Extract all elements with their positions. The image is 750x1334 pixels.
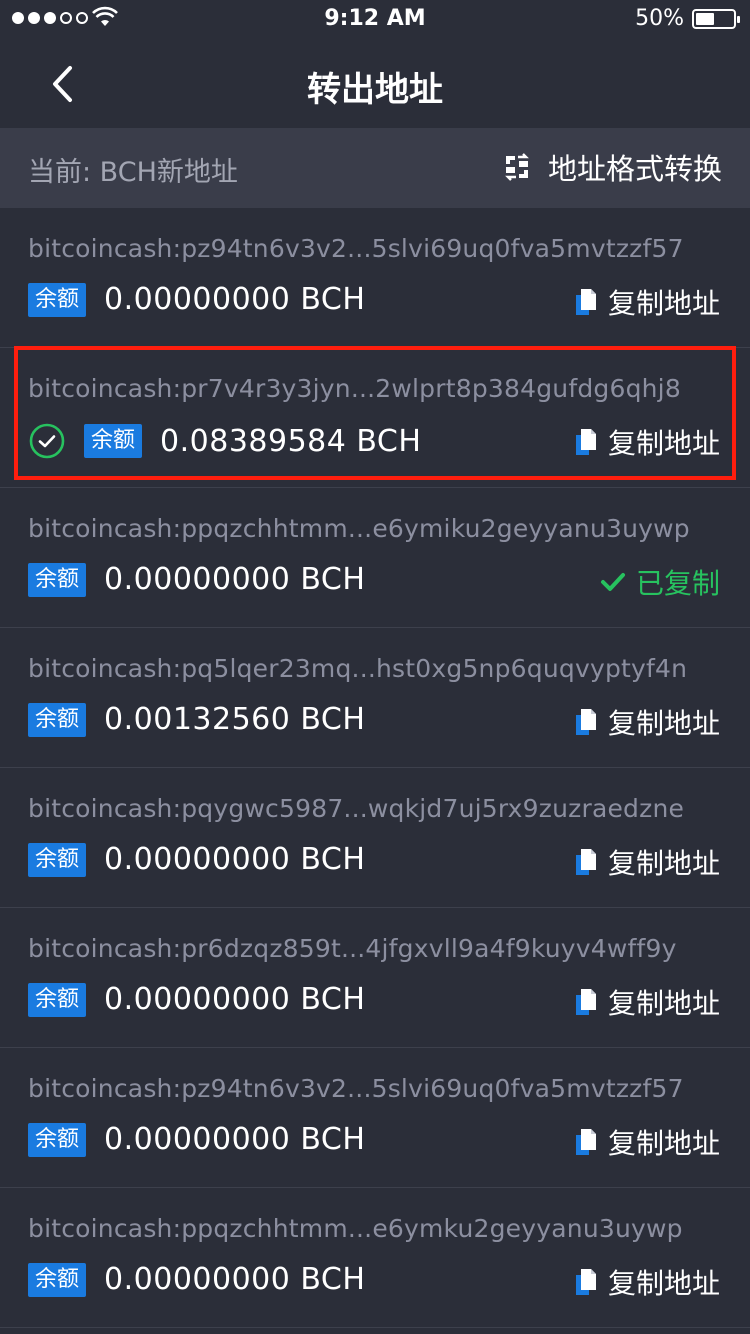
current-format-label: 当前: BCH新地址 bbox=[28, 157, 238, 188]
balance-amount: 0.00000000 BCH bbox=[104, 1262, 366, 1297]
address-row[interactable]: bitcoincash:pqygwc5987...wqkjd7uj5rx9zuz… bbox=[0, 768, 750, 908]
balance-amount: 0.00000000 BCH bbox=[104, 982, 366, 1017]
copy-icon bbox=[575, 289, 596, 315]
balance-line: 余额 0.00000000 BCH bbox=[28, 562, 365, 597]
address-text: bitcoincash:pr6dzqz859t...4jfgxvll9a4f9k… bbox=[28, 934, 677, 963]
address-text: bitcoincash:pqygwc5987...wqkjd7uj5rx9zuz… bbox=[28, 794, 685, 823]
copy-icon bbox=[575, 989, 596, 1015]
copied-status: 已复制 bbox=[600, 562, 720, 602]
status-bar: 9:12 AM 50% bbox=[0, 0, 750, 40]
copy-address-label: 复制地址 bbox=[607, 707, 720, 740]
battery-percent: 50% bbox=[635, 6, 684, 31]
address-row[interactable]: bitcoincash:pq5lqer23mq...hst0xg5np6quqv… bbox=[0, 628, 750, 768]
address-text: bitcoincash:ppqzchhtmm...e6ymiku2geyyanu… bbox=[28, 514, 690, 543]
balance-amount: 0.00000000 BCH bbox=[104, 842, 366, 877]
copy-icon bbox=[575, 1129, 596, 1155]
page-title: 转出地址 bbox=[307, 70, 443, 110]
copy-icon bbox=[575, 429, 596, 455]
address-row[interactable]: bitcoincash:pr6dzqz859t...4jfgxvll9a4f9k… bbox=[0, 908, 750, 1048]
balance-badge: 余额 bbox=[28, 1122, 87, 1157]
selected-check-icon bbox=[29, 423, 65, 459]
format-convert-label: 地址格式转换 bbox=[547, 152, 722, 186]
copy-icon bbox=[575, 1269, 596, 1295]
balance-amount: 0.08389584 BCH bbox=[160, 423, 422, 459]
copy-address-label: 复制地址 bbox=[607, 1127, 720, 1160]
current-format-bar: 当前: BCH新地址 地址格式转换 bbox=[0, 128, 750, 208]
address-list: bitcoincash:pz94tn6v3v2...5slvi69uq0fva5… bbox=[0, 208, 750, 1328]
balance-badge: 余额 bbox=[28, 1262, 87, 1297]
balance-line: 余额 0.00000000 BCH bbox=[28, 282, 365, 317]
address-text: bitcoincash:pr7v4r3y3jyn...2wlprt8p384gu… bbox=[28, 374, 681, 403]
copy-address-button[interactable]: 复制地址 bbox=[575, 982, 720, 1022]
copy-address-button[interactable]: 复制地址 bbox=[575, 1262, 720, 1302]
balance-line: 余额 0.00000000 BCH bbox=[28, 842, 365, 877]
address-row[interactable]: bitcoincash:pz94tn6v3v2...5slvi69uq0fva5… bbox=[0, 1048, 750, 1188]
balance-badge: 余额 bbox=[28, 982, 87, 1017]
balance-line: 余额 0.00132560 BCH bbox=[28, 702, 365, 737]
copy-address-label: 复制地址 bbox=[607, 427, 720, 460]
balance-amount: 0.00132560 BCH bbox=[104, 702, 366, 737]
address-row[interactable]: bitcoincash:pz94tn6v3v2...5slvi69uq0fva5… bbox=[0, 208, 750, 348]
address-text: bitcoincash:pz94tn6v3v2...5slvi69uq0fva5… bbox=[28, 234, 684, 263]
swap-icon bbox=[505, 153, 529, 181]
battery-icon bbox=[692, 9, 740, 29]
address-text: bitcoincash:ppqzchhtmm...e6ymku2geyyanu3… bbox=[28, 1214, 683, 1243]
copy-address-label: 复制地址 bbox=[607, 847, 720, 880]
address-text: bitcoincash:pz94tn6v3v2...5slvi69uq0fva5… bbox=[28, 1074, 684, 1103]
balance-badge: 余额 bbox=[28, 702, 87, 737]
copy-address-button[interactable]: 复制地址 bbox=[575, 842, 720, 882]
balance-amount: 0.00000000 BCH bbox=[104, 282, 366, 317]
address-row[interactable]: bitcoincash:ppqzchhtmm...e6ymiku2geyyanu… bbox=[0, 488, 750, 628]
checkmark-icon bbox=[600, 573, 625, 591]
copy-address-label: 复制地址 bbox=[607, 287, 720, 320]
format-convert-button[interactable]: 地址格式转换 bbox=[502, 146, 722, 188]
balance-badge: 余额 bbox=[28, 562, 87, 597]
balance-line: 余额 0.00000000 BCH bbox=[28, 1122, 365, 1157]
address-text: bitcoincash:pq5lqer23mq...hst0xg5np6quqv… bbox=[28, 654, 688, 683]
balance-amount: 0.00000000 BCH bbox=[104, 562, 366, 597]
copy-address-label: 复制地址 bbox=[607, 1267, 720, 1300]
copy-address-button[interactable]: 复制地址 bbox=[575, 702, 720, 742]
balance-badge: 余额 bbox=[84, 424, 143, 458]
copied-label: 已复制 bbox=[635, 567, 720, 600]
balance-badge: 余额 bbox=[28, 282, 87, 317]
balance-amount: 0.00000000 BCH bbox=[104, 1122, 366, 1157]
address-row[interactable]: bitcoincash:pr7v4r3y3jyn...2wlprt8p384gu… bbox=[0, 348, 750, 488]
copy-icon bbox=[575, 849, 596, 875]
balance-badge: 余额 bbox=[28, 842, 87, 877]
balance-line: 余额 0.08389584 BCH bbox=[28, 422, 421, 460]
balance-line: 余额 0.00000000 BCH bbox=[28, 1262, 365, 1297]
copy-address-button[interactable]: 复制地址 bbox=[575, 1122, 720, 1162]
copy-address-button[interactable]: 复制地址 bbox=[575, 422, 720, 462]
balance-line: 余额 0.00000000 BCH bbox=[28, 982, 365, 1017]
copy-address-button[interactable]: 复制地址 bbox=[575, 282, 720, 322]
battery-fill bbox=[696, 13, 714, 25]
address-row[interactable]: bitcoincash:ppqzchhtmm...e6ymku2geyyanu3… bbox=[0, 1188, 750, 1328]
nav-bar: 转出地址 bbox=[0, 40, 750, 128]
copy-icon bbox=[575, 709, 596, 735]
copy-address-label: 复制地址 bbox=[607, 987, 720, 1020]
